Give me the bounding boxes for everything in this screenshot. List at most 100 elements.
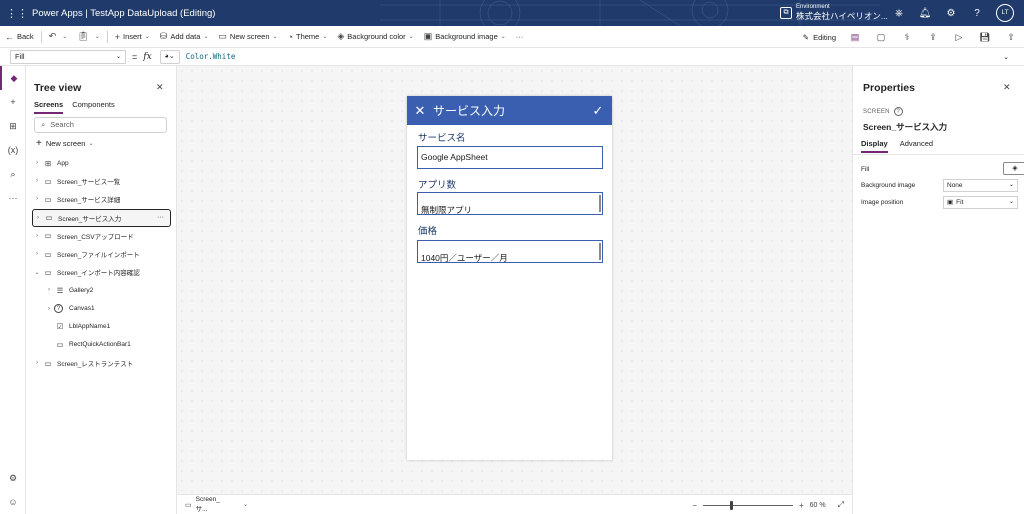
tree-view-icon[interactable]: ◆ [0, 66, 26, 90]
settings-icon[interactable]: ⚙ [938, 8, 964, 19]
tree-item[interactable]: ⌄ ▭ Screen_インポート内容確認 [32, 263, 171, 281]
chevron-right-icon[interactable]: › [32, 160, 42, 166]
undo-button[interactable]: ↶ ⌄ [44, 26, 73, 48]
zoom-slider-thumb[interactable] [729, 500, 733, 510]
background-image-button[interactable]: ▣ Background image ⌄ [419, 26, 511, 48]
editing-mode-button[interactable]: ✎ Editing [797, 33, 842, 42]
settings-rail-icon[interactable]: ⚙ [0, 466, 26, 490]
chevron-down-icon[interactable]: ⌄ [32, 269, 42, 276]
tree-item[interactable]: › ▭ Screen_サービス詳細 [32, 190, 171, 208]
background-image-value: None [947, 181, 963, 189]
chevron-right-icon[interactable]: › [32, 233, 42, 239]
chevron-right-icon[interactable]: › [32, 360, 42, 366]
fit-to-window-icon[interactable]: ⤢ [838, 500, 844, 510]
tab-advanced[interactable]: Advanced [900, 139, 933, 153]
close-icon[interactable]: ✕ [156, 82, 164, 93]
design-canvas[interactable]: ✕ サービス入力 ✓ サービス名 Google AppSheet アプリ数 無制… [177, 66, 852, 494]
tree-child-item[interactable]: ☑ LblAppName1 [32, 318, 171, 336]
theme-icon: ◔ [287, 31, 293, 42]
back-button[interactable]: ← Back [0, 26, 39, 48]
tab-screens[interactable]: Screens [34, 100, 64, 114]
expand-formula-icon[interactable]: ⌄ [996, 53, 1016, 61]
checkmark-icon[interactable]: ✓ [584, 103, 612, 119]
publish-icon[interactable]: ⇧ [998, 32, 1024, 43]
tree-item[interactable]: › ▭ Screen_ファイルインポート [32, 245, 171, 263]
save-icon[interactable]: 💾︎ [972, 32, 998, 43]
search-input[interactable]: ⌕ Search [34, 117, 167, 133]
chevron-right-icon[interactable]: › [32, 251, 42, 257]
variables-icon[interactable]: (x) [0, 138, 26, 162]
image-fit-icon: ▣ [947, 198, 954, 206]
add-data-button[interactable]: ⛁ Add data ⌄ [155, 26, 214, 48]
more-options-icon[interactable]: ··· [157, 214, 164, 221]
new-screen-tree-button[interactable]: + New screen ⌄ [36, 138, 93, 149]
cancel-icon[interactable]: ✕ [407, 103, 433, 119]
chevron-right-icon[interactable]: › [33, 215, 43, 221]
canvas-footer: ▭ Screen_サ... ⌄ − + 60 % ⤢ [177, 494, 852, 514]
paste-button[interactable]: 📋︎ ⌄ [72, 26, 104, 48]
theme-button[interactable]: ◔ Theme ⌄ [283, 26, 333, 48]
chat-icon[interactable]: ▢ [868, 32, 894, 43]
chevron-down-icon: ⌄ [1008, 198, 1014, 205]
screen-selector[interactable]: ▭ Screen_サ... ⌄ [182, 496, 248, 513]
background-color-button[interactable]: ◈ Background color ⌄ [332, 26, 418, 48]
app-launcher-icon[interactable]: ⋮⋮ [6, 7, 28, 20]
search-rail-icon[interactable]: ⌕ [0, 162, 26, 186]
tree-item[interactable]: › ▭ Screen_CSVアップロード [32, 227, 171, 245]
tree-child-item[interactable]: ›? Canvas1 [32, 300, 171, 318]
background-image-dropdown[interactable]: None ⌄ [943, 178, 1018, 192]
tab-components[interactable]: Components [72, 100, 115, 114]
search-icon: ⌕ [41, 120, 46, 129]
app-checker-icon[interactable]: ⚕ [894, 32, 920, 43]
scrollbar[interactable] [599, 195, 601, 212]
copilot-icon[interactable]: ⎈ [886, 8, 912, 19]
property-dropdown[interactable]: Fill ⌄ [10, 49, 126, 64]
tree-child-item[interactable]: ▭ RectQuickActionBar1 [32, 336, 171, 354]
control-name[interactable]: Screen_サービス入力 [863, 121, 947, 133]
chevron-right-icon[interactable]: › [44, 287, 54, 293]
chevron-right-icon[interactable]: › [32, 196, 42, 202]
tree-item[interactable]: › ▭ Screen_レストランテスト [32, 354, 171, 372]
help-icon[interactable]: ? [893, 107, 903, 116]
environment-picker[interactable]: ⧉ Environment 株式会社ハイペリオン... [780, 4, 888, 22]
chevron-right-icon[interactable]: › [44, 306, 54, 312]
play-icon[interactable]: ▷ [946, 32, 972, 43]
tree-item-label: RectQuickActionBar1 [69, 341, 131, 349]
tree-item[interactable]: › ▭ Screen_サービス一覧 [32, 172, 171, 190]
insert-rail-icon[interactable]: + [0, 90, 26, 114]
more-rail-icon[interactable]: ··· [0, 186, 26, 210]
share-icon[interactable]: ⇪ [920, 32, 946, 43]
tab-display[interactable]: Display [861, 139, 888, 153]
insert-button[interactable]: + Insert ⌄ [110, 26, 155, 48]
virtual-agent-icon[interactable]: ☺ [0, 490, 26, 514]
service-name-input[interactable]: Google AppSheet [417, 146, 603, 169]
notifications-icon[interactable]: 🔔︎ [912, 8, 938, 19]
scrollbar[interactable] [599, 243, 601, 260]
rectangle-icon: ▭ [56, 340, 64, 350]
image-position-dropdown[interactable]: ▣ Fit ⌄ [943, 195, 1018, 209]
screen-preview[interactable]: ✕ サービス入力 ✓ サービス名 Google AppSheet アプリ数 無制… [407, 96, 612, 460]
chevron-down-icon: ⌄ [272, 34, 278, 40]
copilot-formula-icon[interactable]: ◕⌄ [159, 49, 180, 64]
help-icon[interactable]: ? [964, 8, 990, 19]
data-rail-icon[interactable]: ⊞ [0, 114, 26, 138]
tree-item[interactable]: › ⊞ App [32, 154, 171, 172]
tree-item[interactable]: › ▭ Screen_サービス入力 ··· [32, 208, 171, 227]
chevron-right-icon[interactable]: › [32, 178, 42, 184]
more-commands-button[interactable]: ··· [511, 26, 529, 48]
zoom-in-button[interactable]: + [799, 501, 804, 510]
avatar[interactable]: LT [996, 4, 1014, 22]
paint-bucket-icon: ◈ [337, 31, 345, 41]
comments-panel-icon[interactable]: ▤ [842, 32, 868, 43]
properties-title: Properties [863, 82, 915, 94]
new-screen-button[interactable]: ▭ New screen ⌄ [213, 26, 282, 48]
app-count-input[interactable]: 無制限アプリ 5 AppSheet DB [417, 192, 603, 215]
zoom-slider[interactable] [702, 500, 793, 510]
price-input[interactable]: 1040円／ユーザー／月 1 開発＆使用の両方のアカウント [417, 240, 603, 263]
equals-sign: = [132, 51, 138, 62]
tree-child-item[interactable]: › ☰ Gallery2 [32, 281, 171, 299]
formula-input[interactable]: Color.White [186, 52, 996, 61]
close-icon[interactable]: ✕ [1003, 82, 1011, 93]
zoom-out-button[interactable]: − [692, 501, 697, 510]
fill-color-picker[interactable]: ◈ [1003, 162, 1024, 175]
